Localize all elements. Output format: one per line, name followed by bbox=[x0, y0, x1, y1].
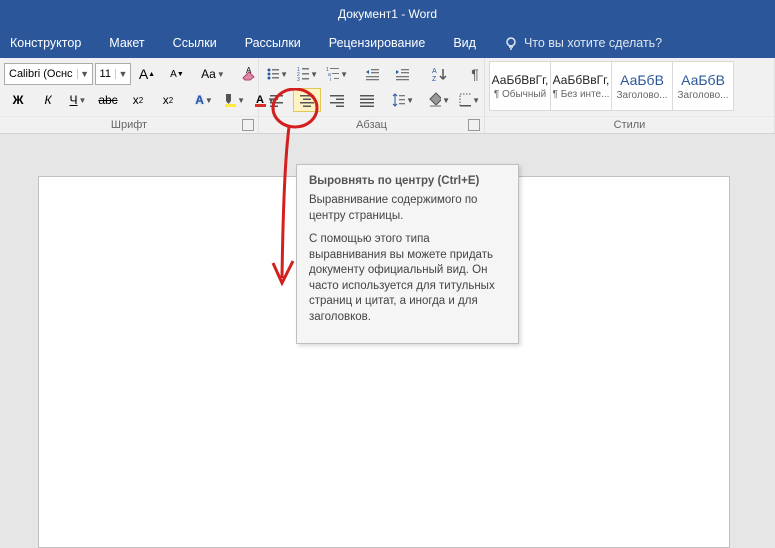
grow-font-button[interactable]: A▲ bbox=[133, 62, 161, 86]
font-name-combo[interactable]: Calibri (Оснс ▼ bbox=[4, 63, 93, 85]
align-left-icon bbox=[269, 92, 285, 108]
decrease-indent-button[interactable] bbox=[359, 62, 387, 86]
style-name: ¶ Обычный bbox=[490, 89, 550, 100]
style-name: Заголово... bbox=[612, 90, 672, 101]
ribbon-tabs: Конструктор Макет Ссылки Рассылки Реценз… bbox=[0, 28, 775, 58]
eraser-icon: A bbox=[241, 66, 257, 82]
tab-design[interactable]: Конструктор bbox=[10, 36, 81, 50]
tab-references[interactable]: Ссылки bbox=[173, 36, 217, 50]
svg-text:A: A bbox=[432, 68, 437, 75]
tell-me-label: Что вы хотите сделать? bbox=[524, 36, 662, 50]
styles-gallery[interactable]: АаБбВвГг, ¶ Обычный АаБбВвГг, ¶ Без инте… bbox=[489, 61, 770, 111]
numbering-button[interactable]: 123▼ bbox=[293, 62, 321, 86]
text-effects-button[interactable]: A▼ bbox=[190, 88, 218, 112]
align-right-icon bbox=[329, 92, 345, 108]
tab-view[interactable]: Вид bbox=[453, 36, 476, 50]
grow-font-icon: A bbox=[139, 66, 148, 82]
indent-decrease-icon bbox=[365, 66, 381, 82]
style-heading2[interactable]: АаБбВ Заголово... bbox=[672, 61, 734, 111]
superscript-button[interactable]: x2 bbox=[154, 88, 182, 112]
tab-layout[interactable]: Макет bbox=[109, 36, 144, 50]
ribbon: Calibri (Оснс ▼ 11 ▼ A▲ A▼ Aa▼ A Ж К bbox=[0, 58, 775, 134]
tell-me[interactable]: Что вы хотите сделать? bbox=[504, 36, 662, 50]
multilevel-list-button[interactable]: 1ai▼ bbox=[323, 62, 351, 86]
style-preview: АаБбВвГг, bbox=[553, 73, 610, 87]
window-title: Документ1 - Word bbox=[338, 7, 437, 21]
font-size-value: 11 bbox=[96, 68, 115, 80]
sort-icon: AZ bbox=[431, 66, 447, 82]
tooltip-align-center: Выровнять по центру (Ctrl+E) Выравнивани… bbox=[296, 164, 519, 344]
indent-increase-icon bbox=[395, 66, 411, 82]
underline-icon: Ч bbox=[70, 93, 78, 107]
numbering-icon: 123 bbox=[296, 66, 309, 82]
style-normal[interactable]: АаБбВвГг, ¶ Обычный bbox=[489, 61, 551, 111]
style-preview: АаБбВвГг, bbox=[492, 73, 549, 87]
borders-icon bbox=[458, 92, 471, 108]
shading-icon bbox=[428, 92, 441, 108]
font-name-value: Calibri (Оснс bbox=[5, 68, 77, 80]
tab-mailings[interactable]: Рассылки bbox=[245, 36, 301, 50]
font-size-combo[interactable]: 11 ▼ bbox=[95, 63, 131, 85]
align-right-button[interactable] bbox=[323, 88, 351, 112]
underline-button[interactable]: Ч▼ bbox=[64, 88, 92, 112]
increase-indent-button[interactable] bbox=[389, 62, 417, 86]
line-spacing-icon bbox=[392, 92, 405, 108]
style-preview: АаБбВ bbox=[681, 72, 725, 88]
italic-icon: К bbox=[44, 93, 51, 107]
bold-button[interactable]: Ж bbox=[4, 88, 32, 112]
align-center-icon bbox=[299, 92, 315, 108]
tab-review[interactable]: Рецензирование bbox=[329, 36, 426, 50]
sort-button[interactable]: AZ bbox=[425, 62, 453, 86]
pilcrow-icon: ¶ bbox=[471, 66, 479, 82]
strikethrough-button[interactable]: abc bbox=[94, 88, 122, 112]
borders-button[interactable]: ▼ bbox=[455, 88, 483, 112]
bullets-icon bbox=[266, 66, 279, 82]
svg-text:3: 3 bbox=[297, 77, 300, 82]
tooltip-text: С помощью этого типа выравнивания вы мож… bbox=[309, 232, 506, 325]
style-no-spacing[interactable]: АаБбВвГг, ¶ Без инте... bbox=[550, 61, 612, 111]
bold-icon: Ж bbox=[13, 93, 24, 107]
style-name: Заголово... bbox=[673, 90, 733, 101]
change-case-icon: Aa bbox=[201, 67, 216, 81]
title-bar: Документ1 - Word bbox=[0, 0, 775, 28]
strike-icon: abc bbox=[98, 93, 117, 107]
group-label-font: Шрифт bbox=[0, 116, 258, 133]
highlighter-icon bbox=[223, 92, 236, 108]
tooltip-text: Выравнивание содержимого по центру стран… bbox=[309, 193, 506, 224]
dialog-launcher-icon[interactable] bbox=[242, 119, 254, 131]
style-heading1[interactable]: АаБбВ Заголово... bbox=[611, 61, 673, 111]
highlight-button[interactable]: ▼ bbox=[220, 88, 248, 112]
svg-text:A: A bbox=[246, 66, 252, 75]
align-left-button[interactable] bbox=[263, 88, 291, 112]
tooltip-title: Выровнять по центру (Ctrl+E) bbox=[309, 175, 506, 187]
chevron-down-icon: ▼ bbox=[115, 69, 130, 79]
text-effects-icon: A bbox=[195, 93, 204, 107]
bullets-button[interactable]: ▼ bbox=[263, 62, 291, 86]
change-case-button[interactable]: Aa▼ bbox=[199, 62, 227, 86]
dialog-launcher-icon[interactable] bbox=[468, 119, 480, 131]
multilevel-icon: 1ai bbox=[326, 66, 339, 82]
justify-button[interactable] bbox=[353, 88, 381, 112]
chevron-down-icon: ▼ bbox=[77, 69, 92, 79]
style-preview: АаБбВ bbox=[620, 72, 664, 88]
svg-text:Z: Z bbox=[432, 76, 437, 82]
line-spacing-button[interactable]: ▼ bbox=[389, 88, 417, 112]
shrink-font-button[interactable]: A▼ bbox=[163, 62, 191, 86]
group-label-paragraph: Абзац bbox=[259, 116, 484, 133]
lightbulb-icon bbox=[504, 36, 518, 50]
style-name: ¶ Без инте... bbox=[551, 89, 611, 100]
group-label-styles: Стили bbox=[485, 116, 774, 133]
justify-icon bbox=[359, 92, 375, 108]
svg-text:i: i bbox=[330, 77, 331, 82]
align-center-button[interactable] bbox=[293, 88, 321, 112]
shading-button[interactable]: ▼ bbox=[425, 88, 453, 112]
italic-button[interactable]: К bbox=[34, 88, 62, 112]
shrink-font-icon: A bbox=[170, 69, 177, 80]
subscript-button[interactable]: x2 bbox=[124, 88, 152, 112]
